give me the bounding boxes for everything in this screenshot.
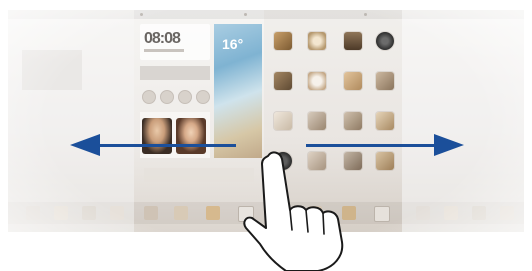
contacts-icon[interactable] — [174, 206, 188, 220]
status-bar — [134, 10, 264, 19]
phone-icon[interactable] — [144, 206, 158, 220]
temperature-label: 16° — [222, 36, 244, 52]
photo-weather-widget[interactable]: 16° — [214, 24, 262, 158]
contacts-icon[interactable] — [344, 72, 362, 90]
camera-icon[interactable] — [274, 32, 292, 50]
clock-date-line — [144, 49, 184, 52]
notes-icon[interactable] — [274, 112, 292, 130]
gallery-icon[interactable] — [344, 32, 362, 50]
dock-icon — [82, 206, 96, 220]
battery-icon — [364, 13, 367, 16]
mail-icon[interactable] — [376, 72, 394, 90]
music-icon[interactable] — [376, 32, 394, 50]
bluetooth-toggle-icon[interactable] — [160, 90, 174, 104]
messages-icon[interactable] — [206, 206, 220, 220]
calendar-icon[interactable] — [274, 72, 292, 90]
arrow-right-head — [434, 134, 464, 156]
battery-icon — [244, 13, 247, 16]
shortcut-row — [140, 86, 210, 108]
clock-widget[interactable]: 08:08 — [140, 24, 210, 60]
messages-icon[interactable] — [344, 112, 362, 130]
arrow-left-head — [70, 134, 100, 156]
widget-placeholder — [22, 50, 82, 90]
dock-icon — [110, 206, 124, 220]
home-screen-panel-right — [402, 10, 524, 232]
dock-icon — [444, 206, 458, 220]
home-screen-panel-left — [8, 10, 134, 232]
contacts-widget[interactable] — [140, 112, 210, 158]
dock-icon[interactable] — [374, 206, 390, 222]
dock-icon — [26, 206, 40, 220]
phone-icon[interactable] — [308, 112, 326, 130]
browser-icon[interactable] — [376, 112, 394, 130]
status-bar — [8, 10, 134, 19]
dock — [402, 202, 524, 224]
dock-icon — [472, 206, 486, 220]
brightness-toggle-icon[interactable] — [196, 90, 210, 104]
signal-icon — [140, 13, 143, 16]
status-bar — [264, 10, 402, 19]
wifi-toggle-icon[interactable] — [142, 90, 156, 104]
dock-icon — [54, 206, 68, 220]
contact-photo[interactable] — [176, 118, 206, 154]
weather-bar — [140, 66, 210, 80]
dock-icon — [416, 206, 430, 220]
data-toggle-icon[interactable] — [178, 90, 192, 104]
clock-time: 08:08 — [144, 30, 181, 47]
home-screen-illustration: 08:08 16° — [0, 0, 532, 271]
arrow-left-shaft — [98, 144, 236, 147]
app-icon[interactable] — [376, 152, 394, 170]
dock-icon — [500, 206, 514, 220]
arrow-right-shaft — [306, 144, 436, 147]
contact-photo[interactable] — [142, 118, 172, 154]
clock-icon[interactable] — [308, 32, 326, 50]
status-bar — [402, 10, 524, 19]
pointing-hand-icon — [243, 151, 344, 271]
settings-icon[interactable] — [308, 72, 326, 90]
dock — [8, 202, 134, 224]
